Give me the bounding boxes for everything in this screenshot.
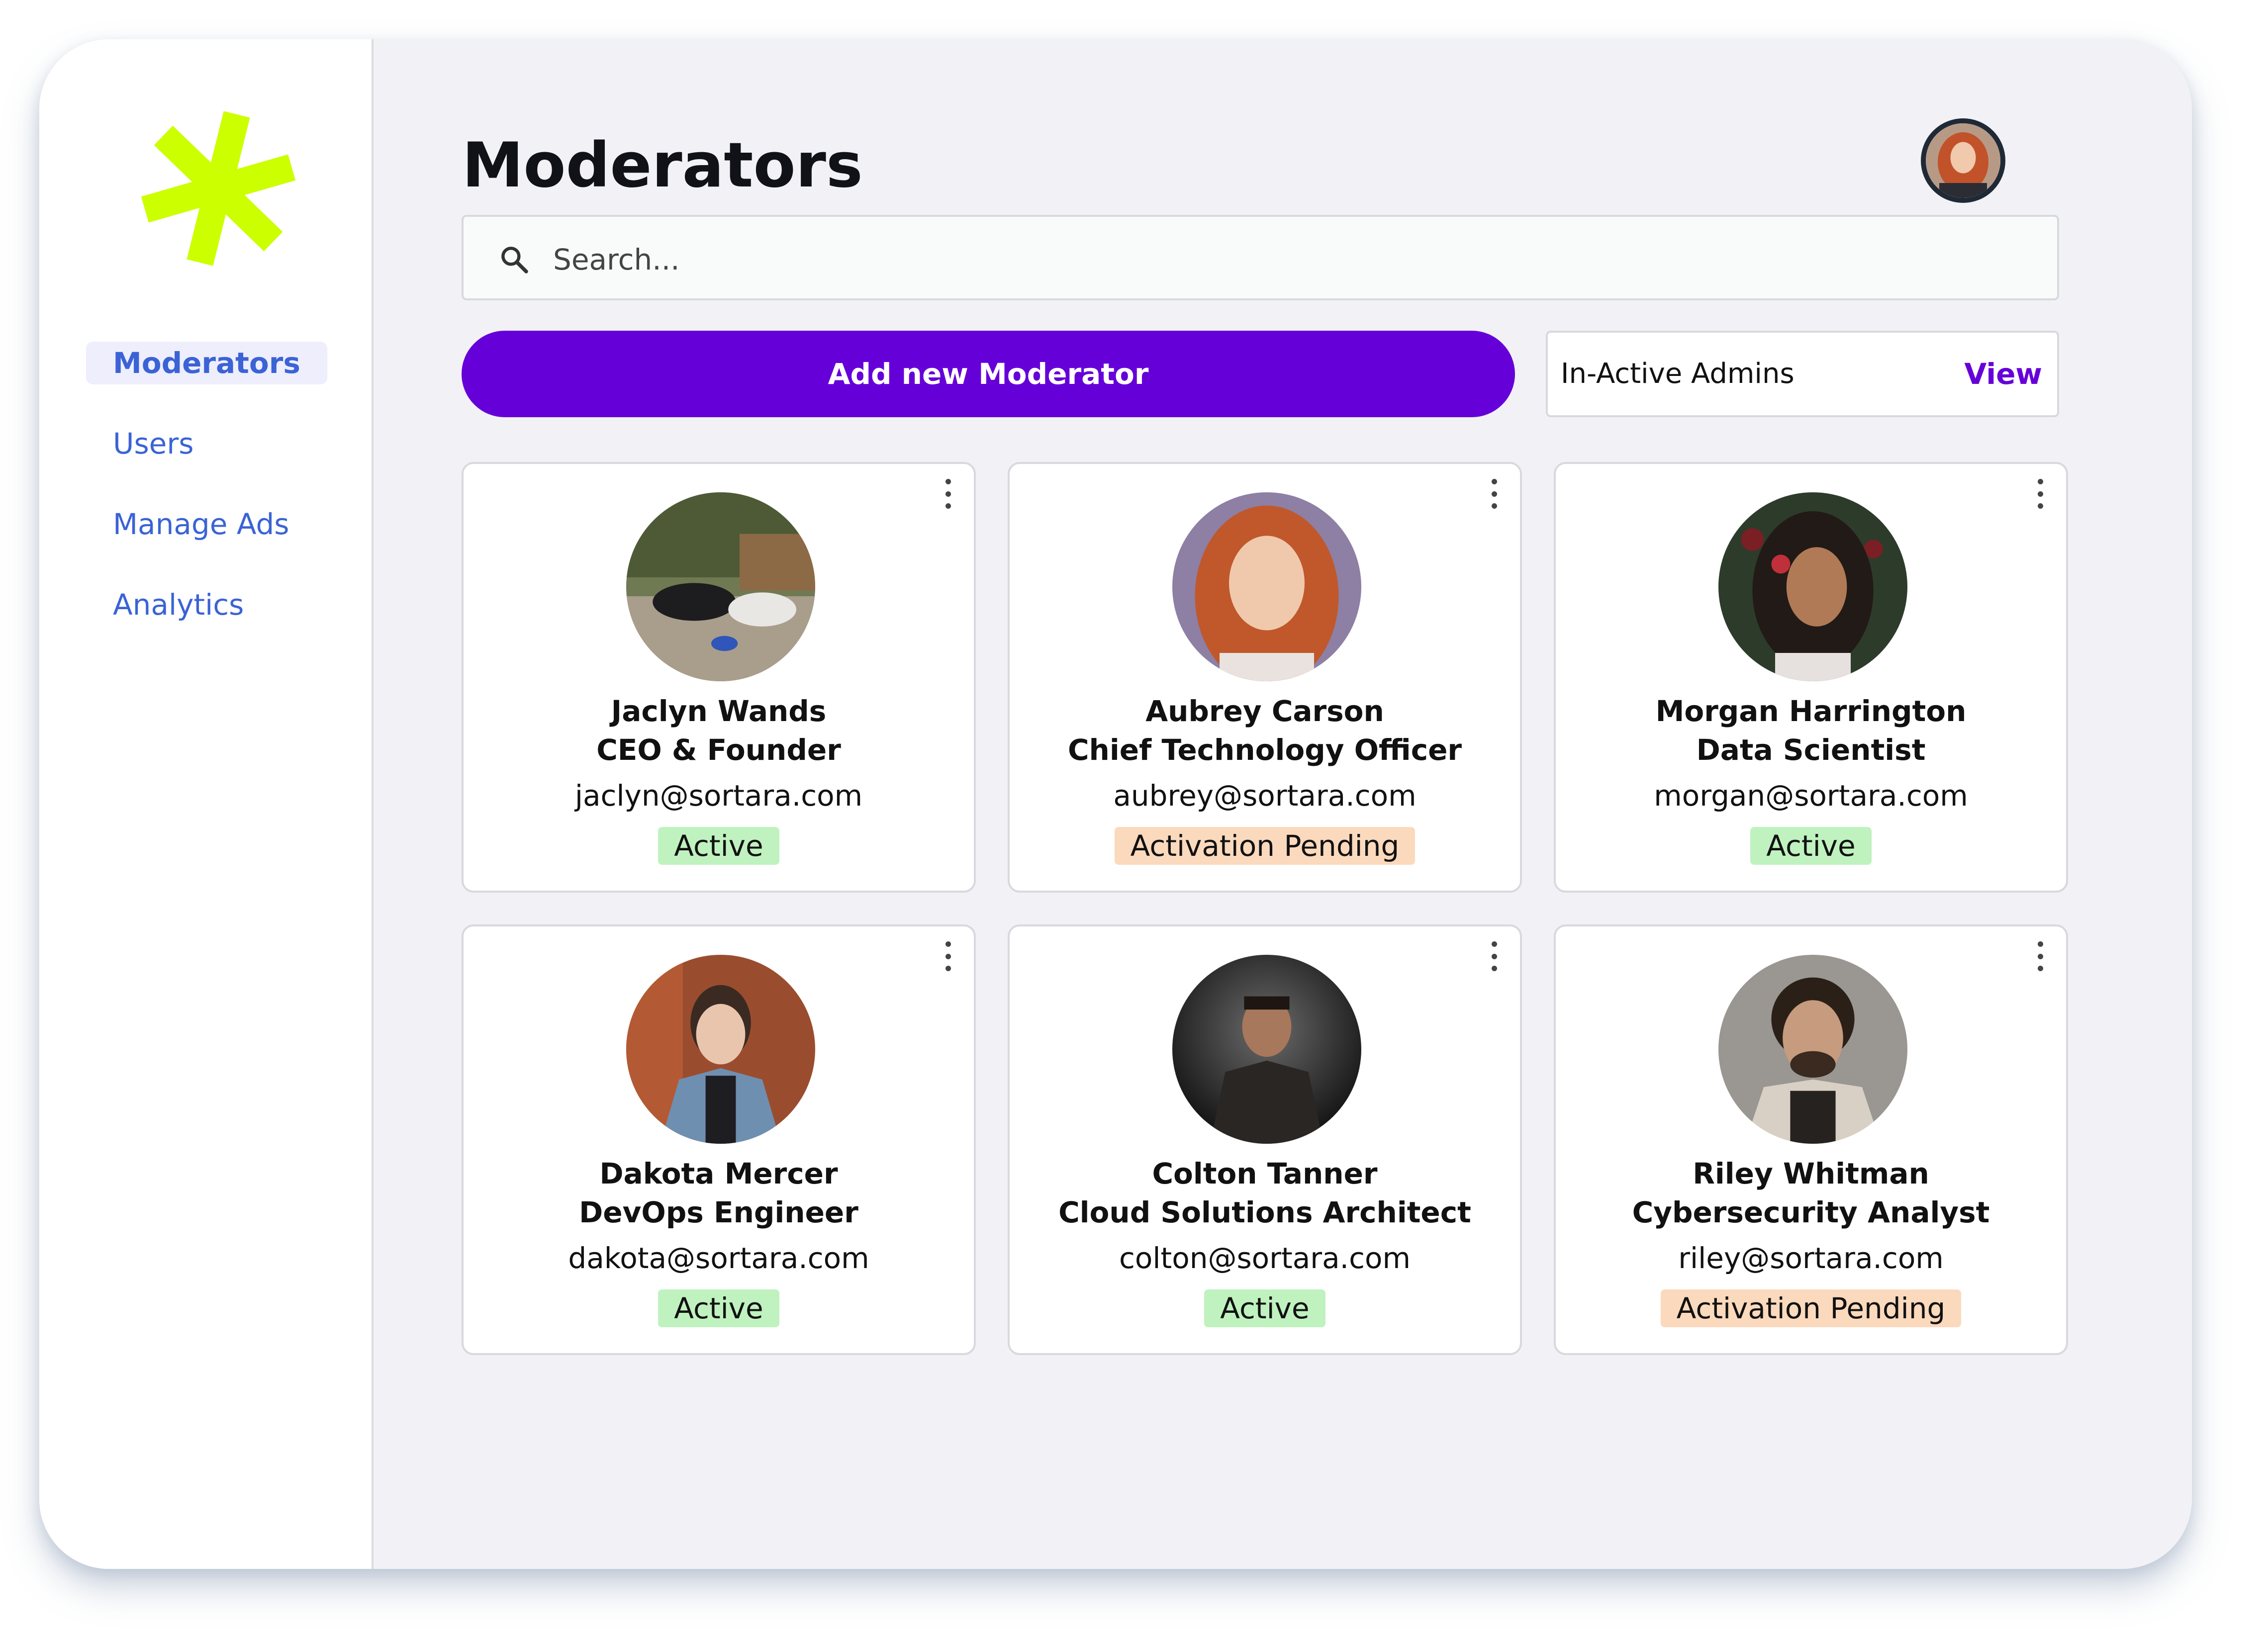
status-badge: Active — [1750, 827, 1872, 865]
more-options-icon[interactable] — [2030, 479, 2050, 509]
moderator-card[interactable]: Colton Tanner Cloud Solutions Architect … — [1008, 924, 1522, 1355]
moderator-name: Morgan Harrington — [1655, 694, 1967, 728]
main-content: Moderators Add new Moderator In-Active A… — [374, 39, 2192, 1569]
more-options-icon[interactable] — [2030, 941, 2050, 971]
moderator-photo — [1718, 492, 1907, 681]
sidebar-item-analytics[interactable]: Analytics — [86, 583, 271, 626]
user-avatar-photo-icon — [1926, 123, 2000, 198]
moderator-photo — [626, 955, 815, 1144]
moderator-role: DevOps Engineer — [579, 1195, 858, 1229]
moderator-email: jaclyn@sortara.com — [574, 779, 863, 813]
sidebar-item-manage-ads[interactable]: Manage Ads — [86, 503, 316, 546]
sidebar: Moderators Users Manage Ads Analytics — [39, 39, 374, 1569]
moderator-role: Cloud Solutions Architect — [1058, 1195, 1471, 1229]
app-window: Moderators Users Manage Ads Analytics Mo… — [39, 39, 2192, 1569]
status-badge: Activation Pending — [1114, 827, 1416, 865]
moderator-name: Aubrey Carson — [1145, 694, 1384, 728]
moderator-card[interactable]: Riley Whitman Cybersecurity Analyst rile… — [1554, 924, 2068, 1355]
view-inactive-admins-link[interactable]: View — [1964, 333, 2042, 415]
search-bar — [462, 215, 2059, 300]
moderator-name: Riley Whitman — [1693, 1157, 1929, 1190]
asterisk-logo-icon — [141, 111, 296, 266]
more-options-icon[interactable] — [1484, 941, 1504, 971]
more-options-icon[interactable] — [938, 479, 958, 509]
inactive-admins-box: In-Active Admins View — [1546, 331, 2059, 417]
moderator-email: dakota@sortara.com — [568, 1241, 869, 1275]
moderator-role: Cybersecurity Analyst — [1632, 1195, 1990, 1229]
moderator-photo — [1718, 955, 1907, 1144]
moderator-card[interactable]: Jaclyn Wands CEO & Founder jaclyn@sortar… — [462, 462, 976, 893]
status-badge: Active — [1204, 1289, 1325, 1327]
moderator-email: aubrey@sortara.com — [1113, 779, 1417, 813]
moderator-photo — [1172, 492, 1361, 681]
moderator-role: Data Scientist — [1696, 733, 1926, 767]
page-title: Moderators — [462, 130, 863, 201]
status-badge: Active — [658, 827, 779, 865]
inactive-admins-label: In-Active Admins — [1561, 358, 1795, 390]
moderator-name: Jaclyn Wands — [611, 694, 827, 728]
sidebar-item-users[interactable]: Users — [86, 422, 220, 465]
more-options-icon[interactable] — [1484, 479, 1504, 509]
status-badge: Activation Pending — [1660, 1289, 1962, 1327]
moderator-email: riley@sortara.com — [1678, 1241, 1944, 1275]
status-badge: Active — [658, 1289, 779, 1327]
moderator-card[interactable]: Dakota Mercer DevOps Engineer dakota@sor… — [462, 924, 976, 1355]
moderator-role: CEO & Founder — [596, 733, 841, 767]
sidebar-item-moderators[interactable]: Moderators — [86, 342, 327, 384]
moderator-photo — [626, 492, 815, 681]
moderator-name: Colton Tanner — [1152, 1157, 1378, 1190]
moderator-email: colton@sortara.com — [1119, 1241, 1411, 1275]
search-icon — [501, 247, 528, 274]
moderator-grid: Jaclyn Wands CEO & Founder jaclyn@sortar… — [462, 462, 2069, 1407]
moderator-name: Dakota Mercer — [599, 1157, 838, 1190]
moderator-email: morgan@sortara.com — [1654, 779, 1968, 813]
add-moderator-button[interactable]: Add new Moderator — [462, 331, 1515, 417]
more-options-icon[interactable] — [938, 941, 958, 971]
moderator-role: Chief Technology Officer — [1067, 733, 1462, 767]
moderator-card[interactable]: Aubrey Carson Chief Technology Officer a… — [1008, 462, 1522, 893]
search-input[interactable] — [552, 232, 1996, 287]
moderator-photo — [1172, 955, 1361, 1144]
user-avatar[interactable] — [1921, 118, 2005, 203]
moderator-card[interactable]: Morgan Harrington Data Scientist morgan@… — [1554, 462, 2068, 893]
